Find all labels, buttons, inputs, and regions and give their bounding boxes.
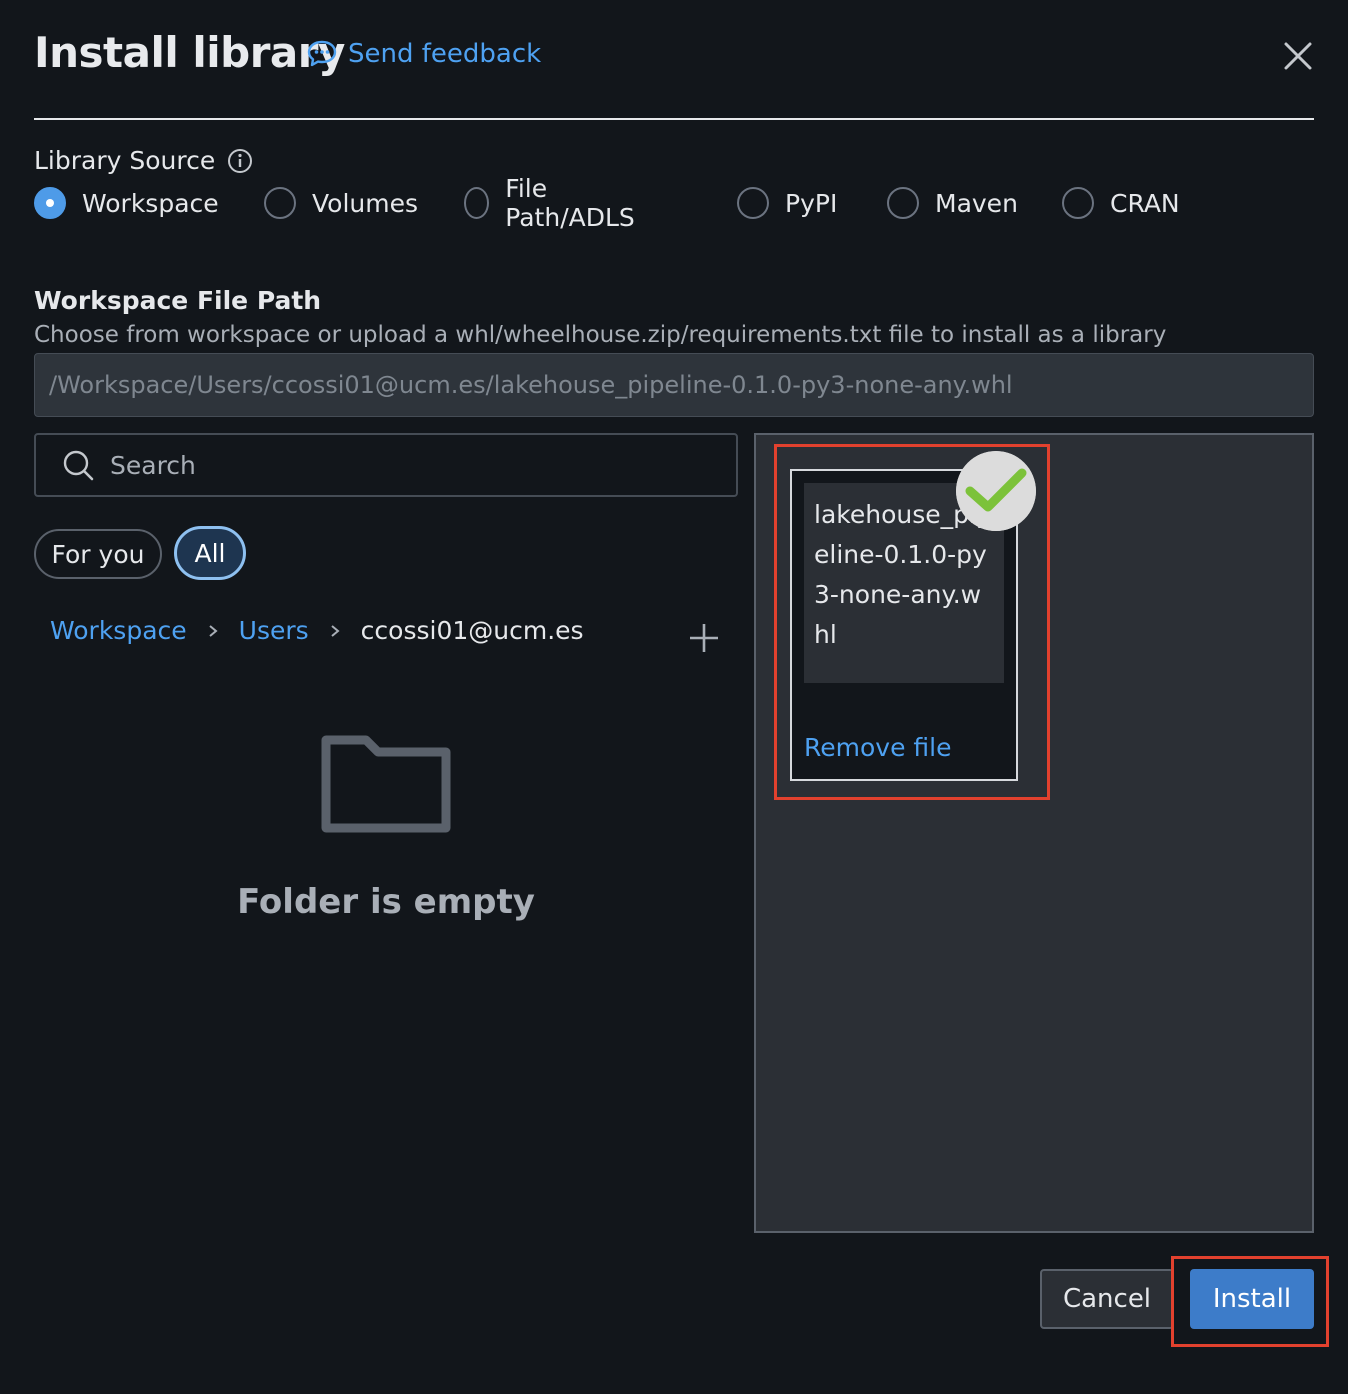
file-path-description: Choose from workspace or upload a whl/wh… <box>34 322 1167 348</box>
radio-label: Maven <box>935 188 1018 218</box>
radio-label: CRAN <box>1110 188 1180 218</box>
dialog-title: Install library <box>34 28 345 77</box>
radio-workspace[interactable]: Workspace <box>34 184 219 222</box>
breadcrumb-current: ccossi01@ucm.es <box>360 616 584 645</box>
radio-cran[interactable]: CRAN <box>1062 184 1180 222</box>
radio-pypi[interactable]: PyPI <box>737 184 837 222</box>
file-path-title: Workspace File Path <box>34 286 322 315</box>
install-highlight-box <box>1171 1256 1329 1347</box>
radio-indicator <box>34 187 66 219</box>
chevron-right-icon <box>209 624 218 637</box>
close-icon[interactable] <box>1280 38 1316 74</box>
radio-maven[interactable]: Maven <box>887 184 1018 222</box>
filter-for-you[interactable]: For you <box>34 529 162 579</box>
search-placeholder: Search <box>110 450 196 480</box>
radio-indicator <box>737 187 769 219</box>
empty-folder-message: Folder is empty <box>237 882 535 922</box>
breadcrumb: Workspace Users ccossi01@ucm.es <box>50 616 584 645</box>
radio-label: Volumes <box>312 188 419 218</box>
radio-volumes[interactable]: Volumes <box>264 184 418 222</box>
folder-icon <box>321 735 451 833</box>
search-input[interactable]: Search <box>34 433 738 497</box>
library-source-text: Library Source <box>34 146 216 175</box>
search-icon <box>63 450 94 481</box>
radio-label: PyPI <box>785 188 838 218</box>
radio-indicator <box>887 187 919 219</box>
filter-all[interactable]: All <box>174 526 246 580</box>
chevron-right-icon <box>331 624 340 637</box>
breadcrumb-users[interactable]: Users <box>239 616 309 645</box>
radio-indicator <box>264 187 296 219</box>
install-library-dialog: Install library Send feedback Library So… <box>0 0 1348 1394</box>
radio-label: Workspace <box>82 188 219 218</box>
send-feedback-link[interactable]: Send feedback <box>306 38 541 70</box>
plus-icon[interactable] <box>688 622 720 654</box>
send-feedback-label: Send feedback <box>348 39 542 69</box>
radio-file-path-adls[interactable]: File Path/ADLS <box>464 174 642 232</box>
cancel-button[interactable]: Cancel <box>1040 1269 1174 1329</box>
info-icon[interactable] <box>227 148 253 174</box>
file-path-field[interactable]: /Workspace/Users/ccossi01@ucm.es/lakehou… <box>34 353 1314 417</box>
radio-label: File Path/ADLS <box>505 174 635 232</box>
feedback-icon <box>307 40 337 67</box>
file-highlight-box <box>774 444 1050 800</box>
radio-indicator <box>464 187 490 219</box>
breadcrumb-workspace[interactable]: Workspace <box>50 616 187 645</box>
header-divider <box>34 118 1314 120</box>
radio-indicator <box>1062 187 1094 219</box>
library-source-label: Library Source <box>34 146 253 175</box>
